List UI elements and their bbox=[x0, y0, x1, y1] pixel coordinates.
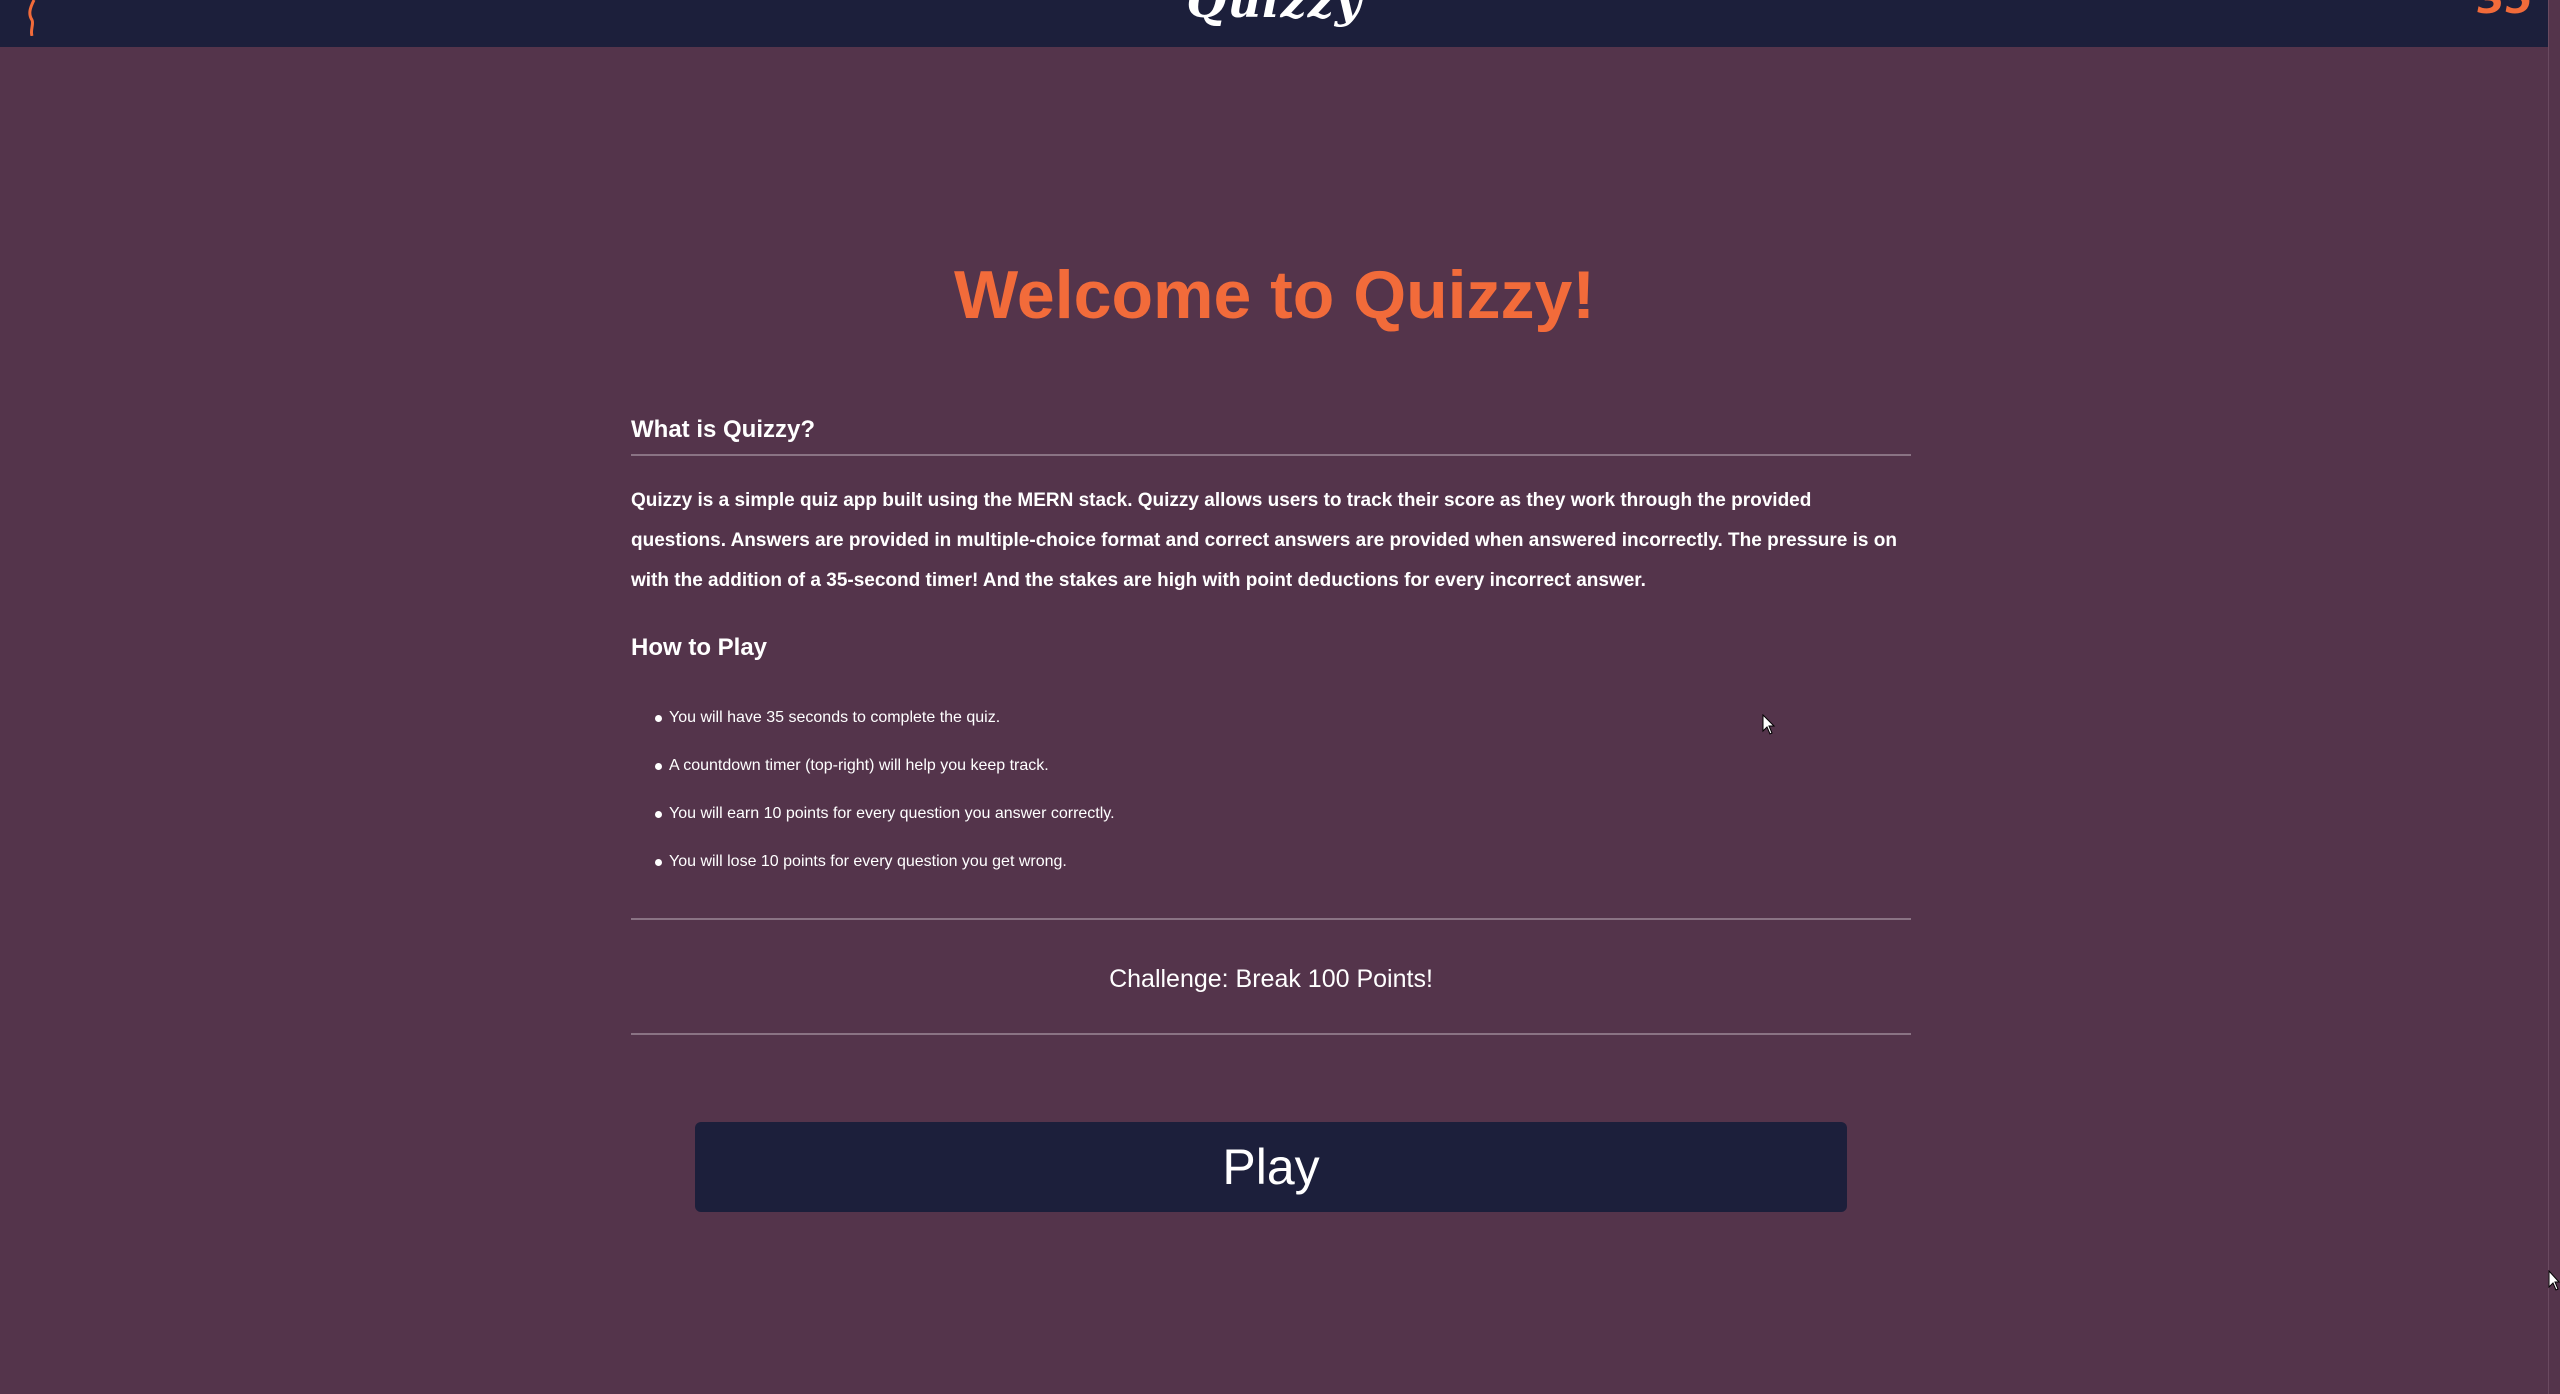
play-button[interactable]: Play bbox=[695, 1122, 1847, 1212]
divider bbox=[631, 918, 1911, 920]
list-item: You will lose 10 points for every questi… bbox=[655, 838, 1911, 886]
divider bbox=[631, 454, 1911, 456]
list-item: You will have 35 seconds to complete the… bbox=[655, 694, 1911, 742]
quizzy-home-page: Quizzy 35 Welcome to Quizzy! What is Qui… bbox=[0, 0, 2560, 1394]
navbar: Quizzy 35 bbox=[0, 0, 2549, 47]
mouse-pointer-icon bbox=[2548, 1269, 2560, 1292]
countdown-timer: 35 bbox=[2477, 0, 2533, 23]
brand-logo[interactable]: Quizzy bbox=[0, 0, 2549, 26]
challenge-text: Challenge: Break 100 Points! bbox=[1109, 965, 1433, 993]
rules-list: You will have 35 seconds to complete the… bbox=[631, 694, 1911, 886]
mouse-pointer-icon bbox=[1762, 713, 1776, 736]
about-heading: What is Quizzy? bbox=[631, 416, 816, 443]
main-content: What is Quizzy? Quizzy is a simple quiz … bbox=[631, 410, 1911, 1035]
page-title: Welcome to Quizzy! bbox=[953, 257, 1596, 333]
list-item: You will earn 10 points for every questi… bbox=[655, 790, 1911, 838]
divider bbox=[631, 1033, 1911, 1035]
howto-heading: How to Play bbox=[631, 634, 768, 661]
list-item: A countdown timer (top-right) will help … bbox=[655, 742, 1911, 790]
scrollbar[interactable] bbox=[2548, 0, 2560, 1394]
about-description: Quizzy is a simple quiz app built using … bbox=[631, 490, 1897, 591]
